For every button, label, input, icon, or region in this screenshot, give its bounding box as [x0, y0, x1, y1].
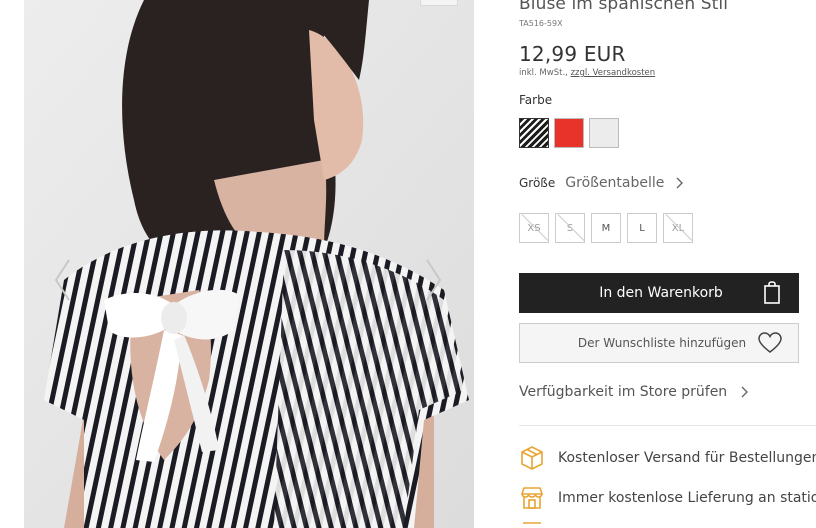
tax-note-text: inkl. MwSt.,: [519, 68, 568, 78]
product-sku: TA516-59X: [519, 19, 563, 28]
package-icon: [519, 445, 545, 471]
add-to-cart-button[interactable]: In den Warenkorb: [519, 273, 799, 313]
benefit-free-shipping: Kostenloser Versand für Bestellungen: [519, 445, 816, 471]
thumbnail-indicator[interactable]: [420, 0, 458, 6]
check-store-availability-link[interactable]: Verfügbarkeit im Store prüfen: [519, 384, 749, 400]
color-swatches: [519, 118, 619, 148]
size-option-xl[interactable]: XL: [663, 213, 693, 243]
size-option-l[interactable]: L: [627, 213, 657, 243]
check-store-label: Verfügbarkeit im Store prüfen: [519, 384, 728, 400]
benefit-text: Immer kostenlose Lieferung an stationäre: [558, 490, 816, 506]
store-icon: [519, 485, 545, 511]
product-photo-image: [24, 0, 474, 528]
size-option-s[interactable]: S: [555, 213, 585, 243]
swatch-stripe-black-white[interactable]: [519, 118, 549, 148]
product-info-panel: Bluse im spanischen Stil TA516-59X 12,99…: [519, 0, 816, 528]
size-option-xs[interactable]: XS: [519, 213, 549, 243]
size-label: Größe: [519, 176, 556, 190]
size-row: Größe Größentabelle: [519, 175, 684, 191]
size-table-link[interactable]: Größentabelle: [565, 175, 664, 191]
size-option-m[interactable]: M: [591, 213, 621, 243]
heart-icon: [758, 332, 782, 357]
chevron-right-icon: [676, 177, 684, 189]
chevron-left-icon: [54, 259, 70, 301]
shipping-costs-link[interactable]: zzgl. Versandkosten: [571, 68, 656, 78]
divider: [519, 425, 816, 426]
product-price: 12,99 EUR: [519, 42, 626, 66]
product-photo[interactable]: [24, 0, 474, 528]
swatch-light-grey[interactable]: [589, 118, 619, 148]
chevron-right-icon: [741, 386, 749, 398]
benefit-free-store-delivery: Immer kostenlose Lieferung an stationäre: [519, 485, 816, 511]
color-label: Farbe: [519, 93, 553, 107]
size-options: XS S M L XL: [519, 213, 693, 243]
chevron-right-icon: [426, 259, 442, 301]
add-to-wishlist-label: Der Wunschliste hinzufügen: [577, 336, 747, 350]
swatch-red[interactable]: [554, 118, 584, 148]
benefit-more: [519, 520, 558, 528]
gallery-next-button[interactable]: [422, 250, 446, 310]
shopping-bag-icon: [763, 281, 781, 309]
add-to-cart-label: In den Warenkorb: [599, 285, 723, 301]
tax-note: inkl. MwSt., zzgl. Versandkosten: [519, 68, 655, 78]
more-benefit-icon: [519, 520, 545, 528]
gallery-prev-button[interactable]: [50, 250, 74, 310]
product-gallery: [0, 0, 504, 528]
add-to-wishlist-button[interactable]: Der Wunschliste hinzufügen: [519, 323, 799, 363]
product-title: Bluse im spanischen Stil: [519, 0, 729, 14]
benefit-text: Kostenloser Versand für Bestellungen: [558, 450, 816, 466]
